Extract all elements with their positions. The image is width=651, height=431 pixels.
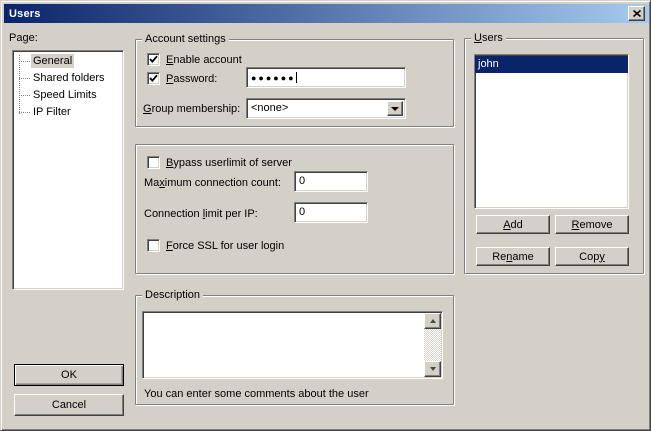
tree-item-speed-limits[interactable]: Speed Limits	[13, 87, 123, 104]
remove-button[interactable]: Remove	[555, 215, 629, 234]
enable-account-label: Enable account	[166, 54, 242, 67]
connection-per-ip-input[interactable]: 0	[294, 202, 368, 223]
list-item-john[interactable]: john	[475, 56, 628, 73]
scroll-down-button[interactable]	[424, 361, 441, 377]
arrow-down-icon	[430, 367, 436, 371]
bypass-userlimit-label: Bypass userlimit of server	[166, 157, 292, 170]
close-button[interactable]	[628, 6, 645, 21]
max-connection-value: 0	[299, 175, 305, 187]
password-value: ●●●●●●	[251, 73, 296, 83]
group-membership-value: <none>	[251, 102, 288, 115]
cancel-button[interactable]: Cancel	[14, 394, 124, 416]
users-legend: Users	[471, 32, 506, 45]
ok-button[interactable]: OK	[14, 364, 124, 386]
enable-account-checkbox[interactable]	[147, 53, 160, 66]
add-button[interactable]: Add	[476, 215, 550, 234]
rename-button[interactable]: Rename	[476, 247, 550, 266]
check-icon	[149, 74, 158, 83]
dropdown-button[interactable]	[387, 101, 403, 116]
chevron-down-icon	[391, 107, 399, 111]
titlebar[interactable]: Users	[4, 4, 649, 23]
force-ssl-label: Force SSL for user login	[166, 240, 284, 253]
close-icon	[633, 10, 641, 17]
scroll-up-button[interactable]	[424, 313, 441, 329]
description-hint: You can enter some comments about the us…	[144, 388, 369, 401]
page-label: Page:	[9, 32, 38, 45]
password-checkbox[interactable]	[147, 72, 160, 85]
tree-item-general[interactable]: General	[13, 53, 123, 70]
connection-per-ip-value: 0	[299, 206, 305, 218]
group-membership-select[interactable]: <none>	[246, 98, 406, 119]
bypass-userlimit-checkbox[interactable]	[147, 156, 160, 169]
check-icon	[149, 55, 158, 64]
copy-button[interactable]: Copy	[555, 247, 629, 266]
max-connection-input[interactable]: 0	[294, 171, 368, 192]
vertical-scrollbar[interactable]	[424, 313, 441, 377]
description-textarea[interactable]	[142, 311, 443, 379]
tree-item-shared-folders[interactable]: Shared folders	[13, 70, 123, 87]
description-legend: Description	[142, 289, 203, 302]
tree-item-ip-filter[interactable]: IP Filter	[13, 104, 123, 121]
window-title: Users	[4, 8, 41, 20]
users-list[interactable]: john	[474, 54, 629, 209]
page-tree[interactable]: General Shared folders Speed Limits IP F…	[12, 50, 124, 290]
connection-per-ip-label: Connection limit per IP:	[144, 208, 258, 221]
password-label: Password:	[166, 73, 217, 86]
arrow-up-icon	[430, 319, 436, 323]
max-connection-label: Maximum connection count:	[144, 177, 281, 190]
users-dialog: Users Page: General Shared folders Speed…	[0, 0, 651, 431]
group-membership-label: Group membership:	[143, 103, 240, 116]
account-settings-legend: Account settings	[142, 33, 229, 46]
force-ssl-checkbox[interactable]	[147, 239, 160, 252]
password-input[interactable]: ●●●●●●	[246, 67, 406, 88]
